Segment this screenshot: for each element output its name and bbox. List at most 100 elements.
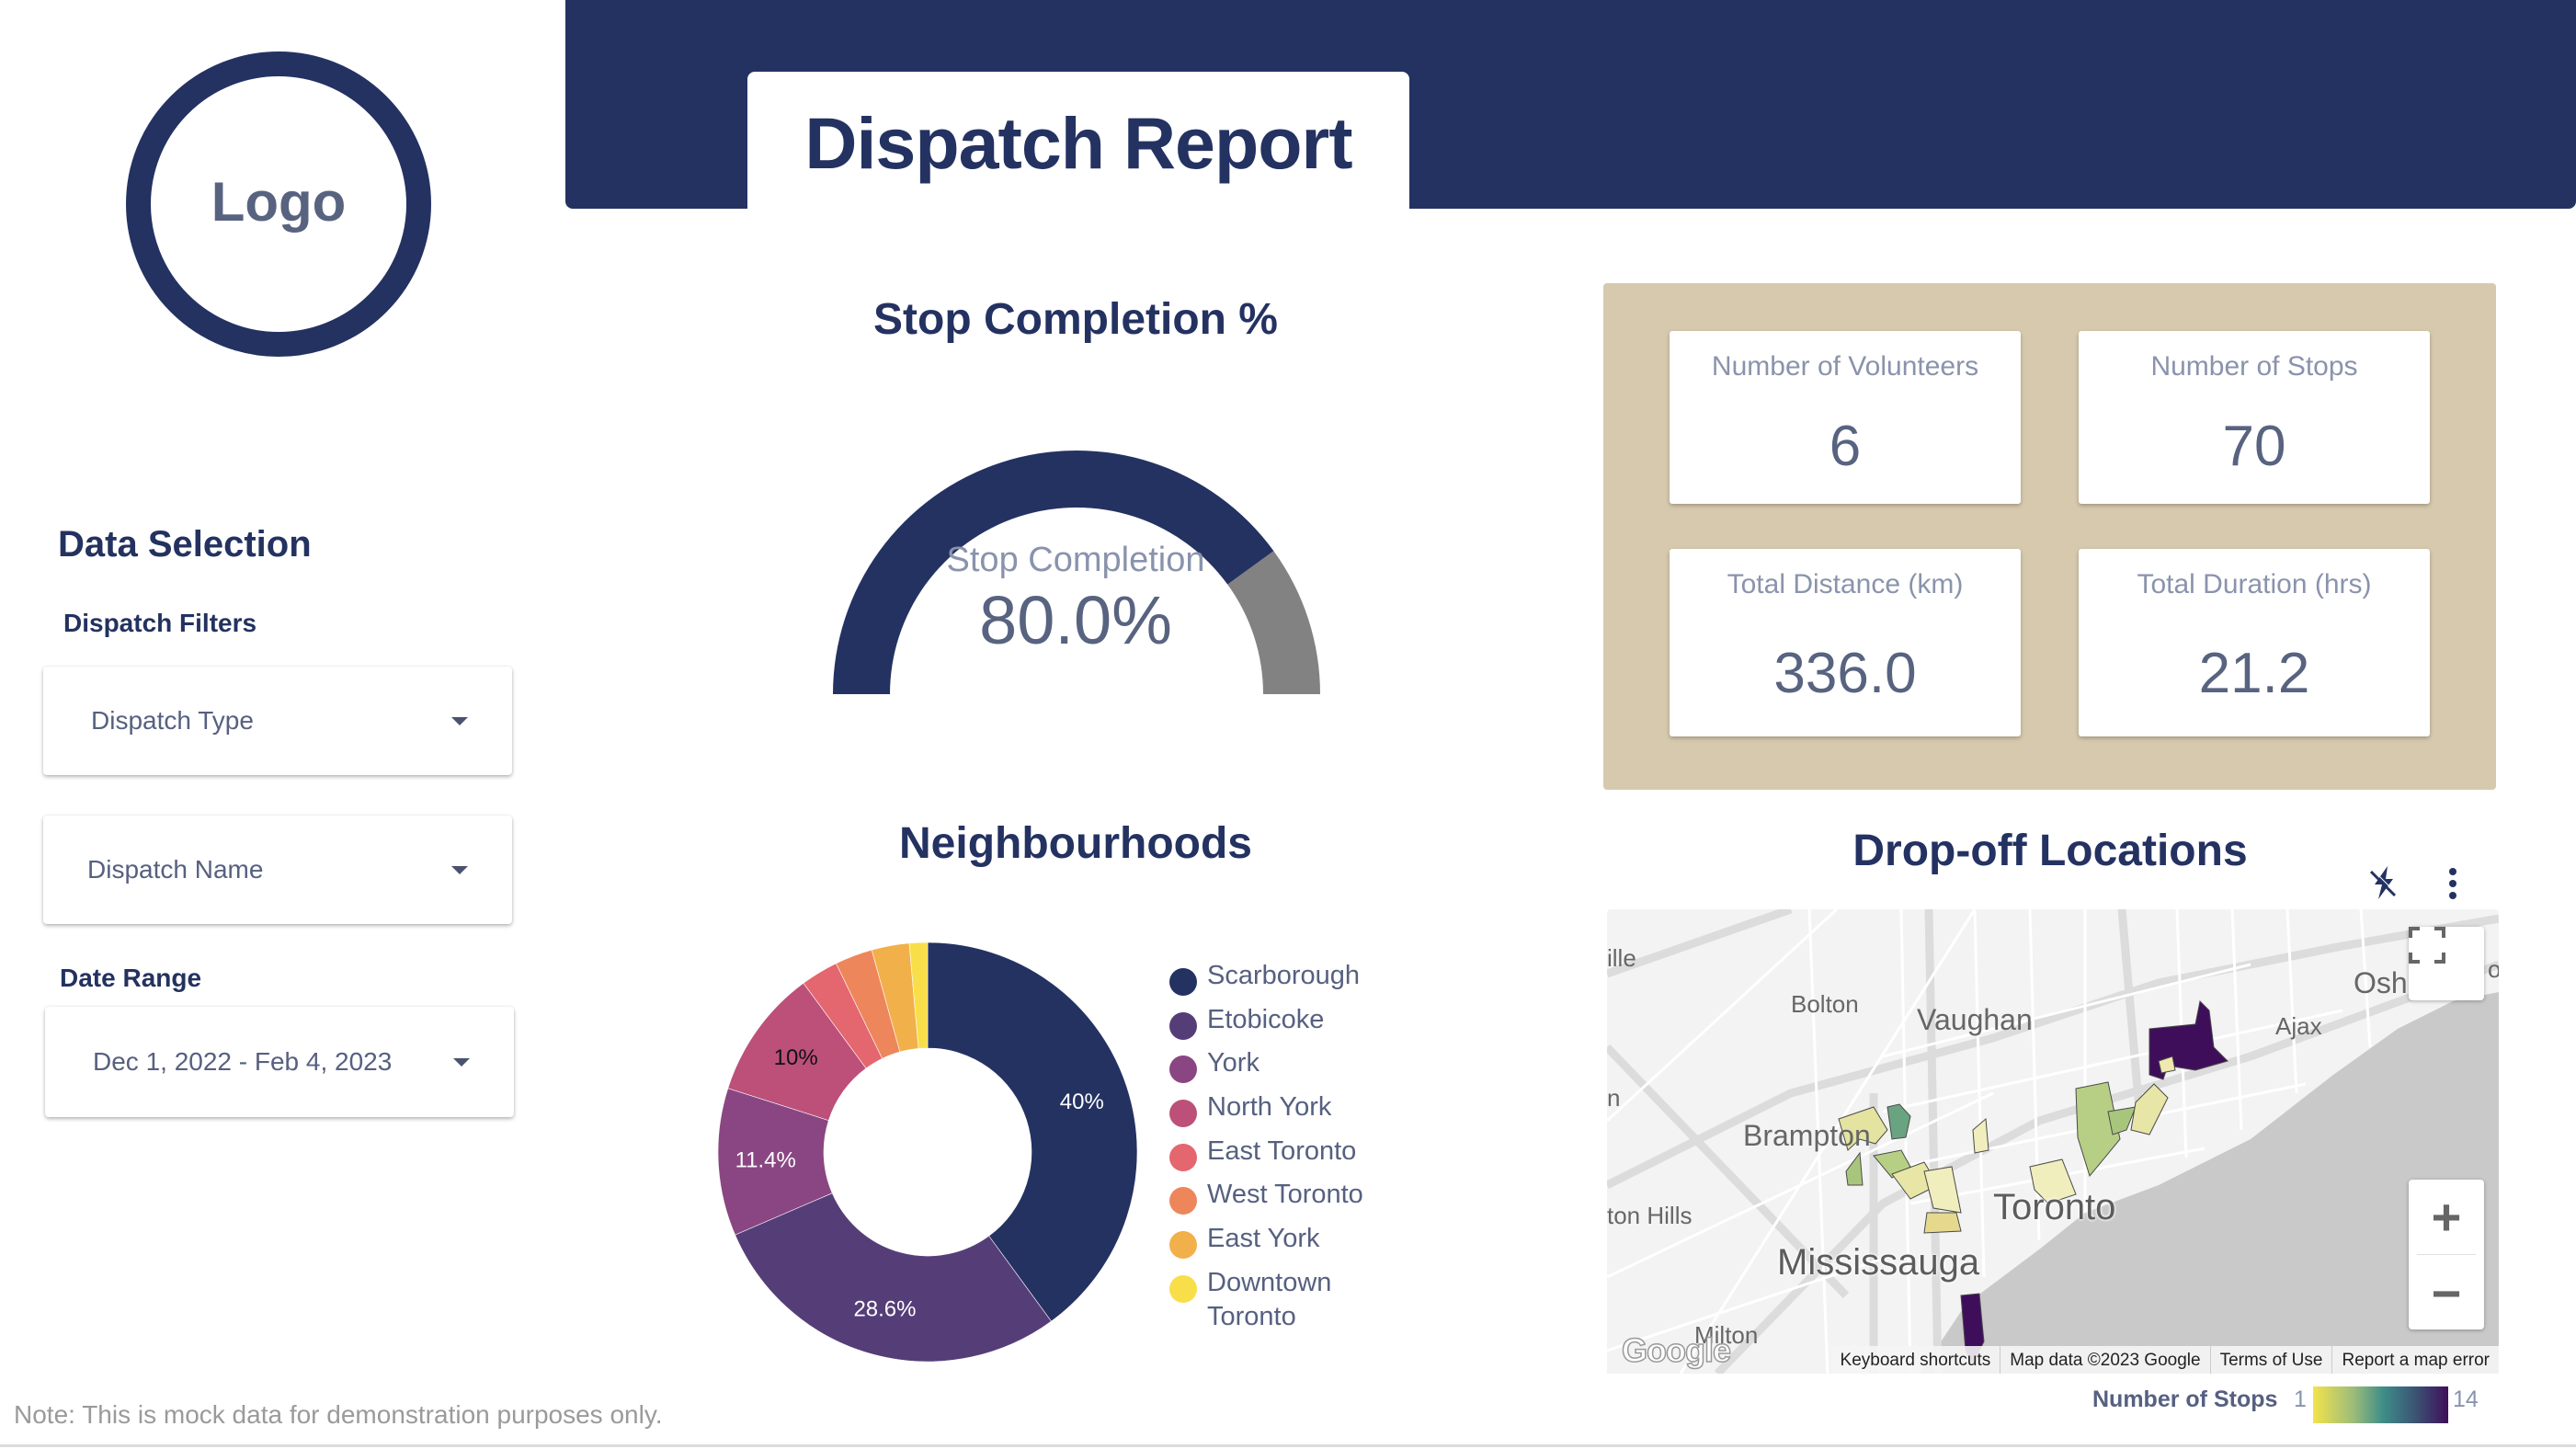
date-range-value: Dec 1, 2022 - Feb 4, 2023 — [93, 1047, 393, 1076]
kpi-value: 70 — [2222, 415, 2286, 478]
donut-data-label: 28.6% — [853, 1296, 916, 1321]
gauge-title: Stop Completion % — [873, 295, 1278, 344]
map-region — [1972, 1117, 1989, 1154]
kpi-card-distance: Total Distance (km) 336.0 — [1670, 549, 2021, 736]
dispatch-type-label: Dispatch Type — [91, 706, 254, 735]
legend-item[interactable]: Downtown Toronto — [1169, 1266, 1391, 1331]
dispatch-name-dropdown[interactable]: Dispatch Name — [43, 816, 512, 924]
gauge-value: 80.0% — [979, 582, 1172, 658]
kpi-panel: Number of Volunteers 6 Number of Stops 7… — [1603, 283, 2496, 790]
legend-item[interactable]: York — [1169, 1046, 1391, 1090]
legend-item[interactable]: Scarborough — [1169, 959, 1391, 1003]
legend-label: Etobicoke — [1207, 1004, 1325, 1034]
dispatch-filters-heading: Dispatch Filters — [63, 609, 257, 637]
arrow-drop-down-icon — [453, 1057, 470, 1067]
color-legend-min: 1 — [2294, 1386, 2307, 1412]
map-place-label: n — [1607, 1084, 1621, 1112]
fullscreen-icon — [2409, 927, 2445, 964]
legend-label: West Toronto — [1207, 1180, 1363, 1210]
arrow-drop-down-icon — [451, 865, 468, 874]
legend-label: East York — [1207, 1224, 1320, 1254]
report-map-error-link[interactable]: Report a map error — [2331, 1346, 2499, 1374]
kpi-label: Total Duration (hrs) — [2137, 569, 2372, 599]
map-region — [1923, 1166, 1962, 1214]
kpi-value: 336.0 — [1773, 642, 1917, 705]
gauge-label: Stop Completion — [946, 541, 1205, 579]
zoom-out-button[interactable]: − — [2409, 1257, 2484, 1329]
neighbourhoods-donut-chart: 40% 28.6% 11.4% 10% — [717, 941, 1138, 1363]
kpi-value: 21.2 — [2198, 642, 2310, 705]
keyboard-shortcuts-link[interactable]: Keyboard shortcuts — [1830, 1346, 2000, 1374]
donut-legend: Scarborough Etobicoke York North York East T… — [1169, 959, 1391, 1331]
kpi-label: Number of Stops — [2150, 351, 2358, 382]
kpi-label: Total Distance (km) — [1727, 569, 1964, 599]
zoom-control: + − — [2409, 1180, 2484, 1329]
data-selection-heading: Data Selection — [58, 524, 312, 565]
legend-label: York — [1207, 1048, 1260, 1078]
zoom-in-button[interactable]: + — [2409, 1181, 2484, 1252]
donut-data-label: 11.4% — [735, 1148, 796, 1173]
kpi-value: 6 — [1829, 415, 1862, 478]
map-place-label: Bolton — [1791, 990, 1859, 1018]
dispatch-name-label: Dispatch Name — [87, 855, 264, 884]
fullscreen-button[interactable] — [2409, 927, 2484, 1000]
legend-color-dot — [1169, 1100, 1197, 1128]
legend-item[interactable]: North York — [1169, 1090, 1391, 1135]
color-legend-max: 14 — [2453, 1386, 2479, 1412]
page-bottom-divider — [0, 1444, 2576, 1447]
legend-color-dot — [1169, 1055, 1197, 1084]
map-title: Drop-off Locations — [1852, 827, 2248, 875]
legend-label: East Toronto — [1207, 1135, 1357, 1166]
map-place-label: Toronto — [1993, 1187, 2116, 1227]
legend-color-dot — [1169, 1187, 1197, 1215]
legend-label: Scarborough — [1207, 961, 1361, 990]
cross-filter-off-icon[interactable] — [2367, 864, 2400, 901]
map-place-label: ton Hills — [1607, 1202, 1693, 1229]
logo-label: Logo — [211, 170, 347, 233]
donut-chart-title: Neighbourhoods — [899, 819, 1252, 868]
donut-data-label: 40% — [1060, 1090, 1104, 1114]
kpi-card-duration: Total Duration (hrs) 21.2 — [2079, 549, 2430, 736]
map-data-attribution: Map data ©2023 Google — [2000, 1346, 2210, 1374]
legend-color-dot — [1169, 1274, 1197, 1303]
map-region — [1923, 1212, 1962, 1234]
date-range-heading: Date Range — [60, 964, 202, 992]
logo: Logo — [126, 51, 431, 357]
legend-color-dot — [1169, 968, 1197, 996]
kpi-card-stops: Number of Stops 70 — [2079, 331, 2430, 504]
map-place-label: Ajax — [2275, 1012, 2322, 1040]
legend-item[interactable]: East York — [1169, 1222, 1391, 1266]
drop-off-locations-map[interactable]: ille Bolton Vaughan Osha ow Ajax n Bramp… — [1607, 909, 2499, 1374]
legend-item[interactable]: East Toronto — [1169, 1135, 1391, 1179]
arrow-drop-down-icon — [451, 716, 468, 725]
legend-color-dot — [1169, 1011, 1197, 1040]
legend-color-dot — [1169, 1231, 1197, 1260]
kpi-label: Number of Volunteers — [1711, 351, 1979, 382]
donut-data-label: 10% — [774, 1045, 818, 1070]
page-title: Dispatch Report — [804, 101, 1352, 184]
color-legend-title: Number of Stops — [2092, 1386, 2278, 1412]
more-vert-icon[interactable] — [2444, 866, 2462, 901]
date-range-picker[interactable]: Dec 1, 2022 - Feb 4, 2023 — [45, 1007, 514, 1117]
donut-slice-etobicoke[interactable] — [735, 1192, 1052, 1363]
legend-color-dot — [1169, 1143, 1197, 1171]
mock-data-note: Note: This is mock data for demonstratio… — [14, 1400, 663, 1429]
legend-item[interactable]: West Toronto — [1169, 1178, 1391, 1222]
map-footer: Keyboard shortcuts Map data ©2023 Google… — [1791, 1346, 2499, 1374]
map-place-label: ille — [1607, 944, 1636, 972]
color-legend-gradient — [2313, 1386, 2448, 1423]
kpi-card-volunteers: Number of Volunteers 6 — [1670, 331, 2021, 504]
map-place-label: Mississauga — [1777, 1242, 1980, 1283]
dispatch-type-dropdown[interactable]: Dispatch Type — [43, 667, 512, 775]
map-place-label: Brampton — [1743, 1119, 1871, 1152]
map-place-label: ow — [2488, 955, 2499, 983]
legend-item[interactable]: Etobicoke — [1169, 1003, 1391, 1047]
zoom-divider — [2417, 1254, 2476, 1255]
page-title-tab: Dispatch Report — [747, 72, 1409, 209]
legend-label: Downtown Toronto — [1207, 1267, 1332, 1331]
map-region — [1886, 1103, 1911, 1140]
terms-of-use-link[interactable]: Terms of Use — [2209, 1346, 2332, 1374]
map-place-label: Vaughan — [1917, 1003, 2033, 1036]
google-logo: Google — [1621, 1330, 1732, 1370]
legend-label: North York — [1207, 1092, 1332, 1123]
